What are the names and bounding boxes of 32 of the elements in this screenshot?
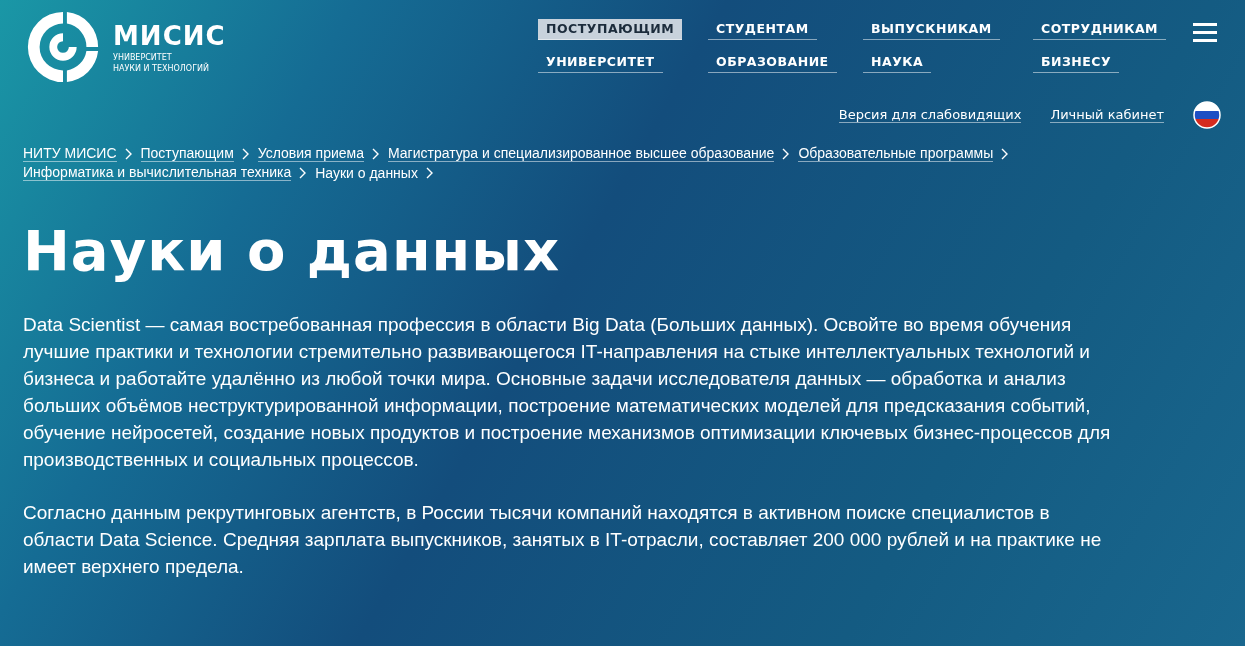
breadcrumb-link[interactable]: Образовательные программы [798, 145, 994, 162]
body-paragraph: Data Scientist — самая востребованная профессия в области Big Data (Больших данных). Освойте во время обучения лучшие практики и технологии стремительно развивающегося IT-направления на стыке интеллектуальных технологий и бизнеса и работайте удалённо из любой точки мира. Основные задачи исследователя данных — обработка и анализ больших объёмов неструктурированной информации, построение математических моделей для предсказания событий, обучение нейросетей, создание новых продуктов и построение механизмов оптимизации ключевых бизнес-процессов для производственных и социальных процессов. [23, 313, 1112, 472]
nav-link[interactable]: УНИВЕРСИТЕТ [538, 52, 663, 73]
breadcrumb-current: Науки о данных [315, 164, 418, 181]
utility-link[interactable]: Личный кабинет [1050, 107, 1164, 123]
nav-link[interactable]: СТУДЕНТАМ [708, 19, 817, 40]
chevron-right-icon [1001, 147, 1010, 160]
chevron-right-icon [425, 166, 434, 179]
logo-subtitle: УНИВЕРСИТЕТ [113, 52, 173, 62]
logo-name: МИСИС [113, 20, 226, 52]
breadcrumb-link[interactable]: НИТУ МИСИС [23, 145, 117, 162]
chevron-right-icon [371, 147, 380, 160]
breadcrumb-link[interactable]: Информатика и вычислительная техника [23, 164, 292, 181]
chevron-right-icon [299, 166, 308, 179]
page-title: Науки о данных [23, 219, 562, 283]
chevron-right-icon [241, 147, 250, 160]
logo-subtitle: НАУКИ И ТЕХНОЛОГИЙ [113, 63, 210, 74]
breadcrumb-link[interactable]: Условия приема [257, 145, 364, 162]
chevron-right-icon [782, 147, 791, 160]
russian-flag-icon[interactable] [1193, 101, 1221, 129]
nav-link[interactable]: ПОСТУПАЮЩИМ [538, 19, 683, 40]
nav-link[interactable]: ОБРАЗОВАНИЕ [708, 52, 837, 73]
body-paragraph: Согласно данным рекрутинговых агентств, в России тысячи компаний находятся в активном поиске специалистов в области Data Science. Средняя зарплата выпускников, занятых в IT-отрасли, составляет 200 000 рублей и на практике не имеет верхнего предела. [23, 501, 1103, 579]
utility-link[interactable]: Версия для слабовидящих [838, 107, 1022, 123]
chevron-right-icon [124, 147, 133, 160]
breadcrumb-link[interactable]: Поступающим [140, 145, 234, 162]
nav-link[interactable]: СОТРУДНИКАМ [1033, 19, 1166, 40]
breadcrumb-link[interactable]: Магистратура и специализированное высшее образование [387, 145, 775, 162]
menu-icon[interactable] [1193, 23, 1217, 43]
nav-link[interactable]: БИЗНЕСУ [1033, 52, 1120, 73]
nav-link[interactable]: НАУКА [863, 52, 932, 73]
nav-link[interactable]: ВЫПУСКНИКАМ [863, 19, 1000, 40]
